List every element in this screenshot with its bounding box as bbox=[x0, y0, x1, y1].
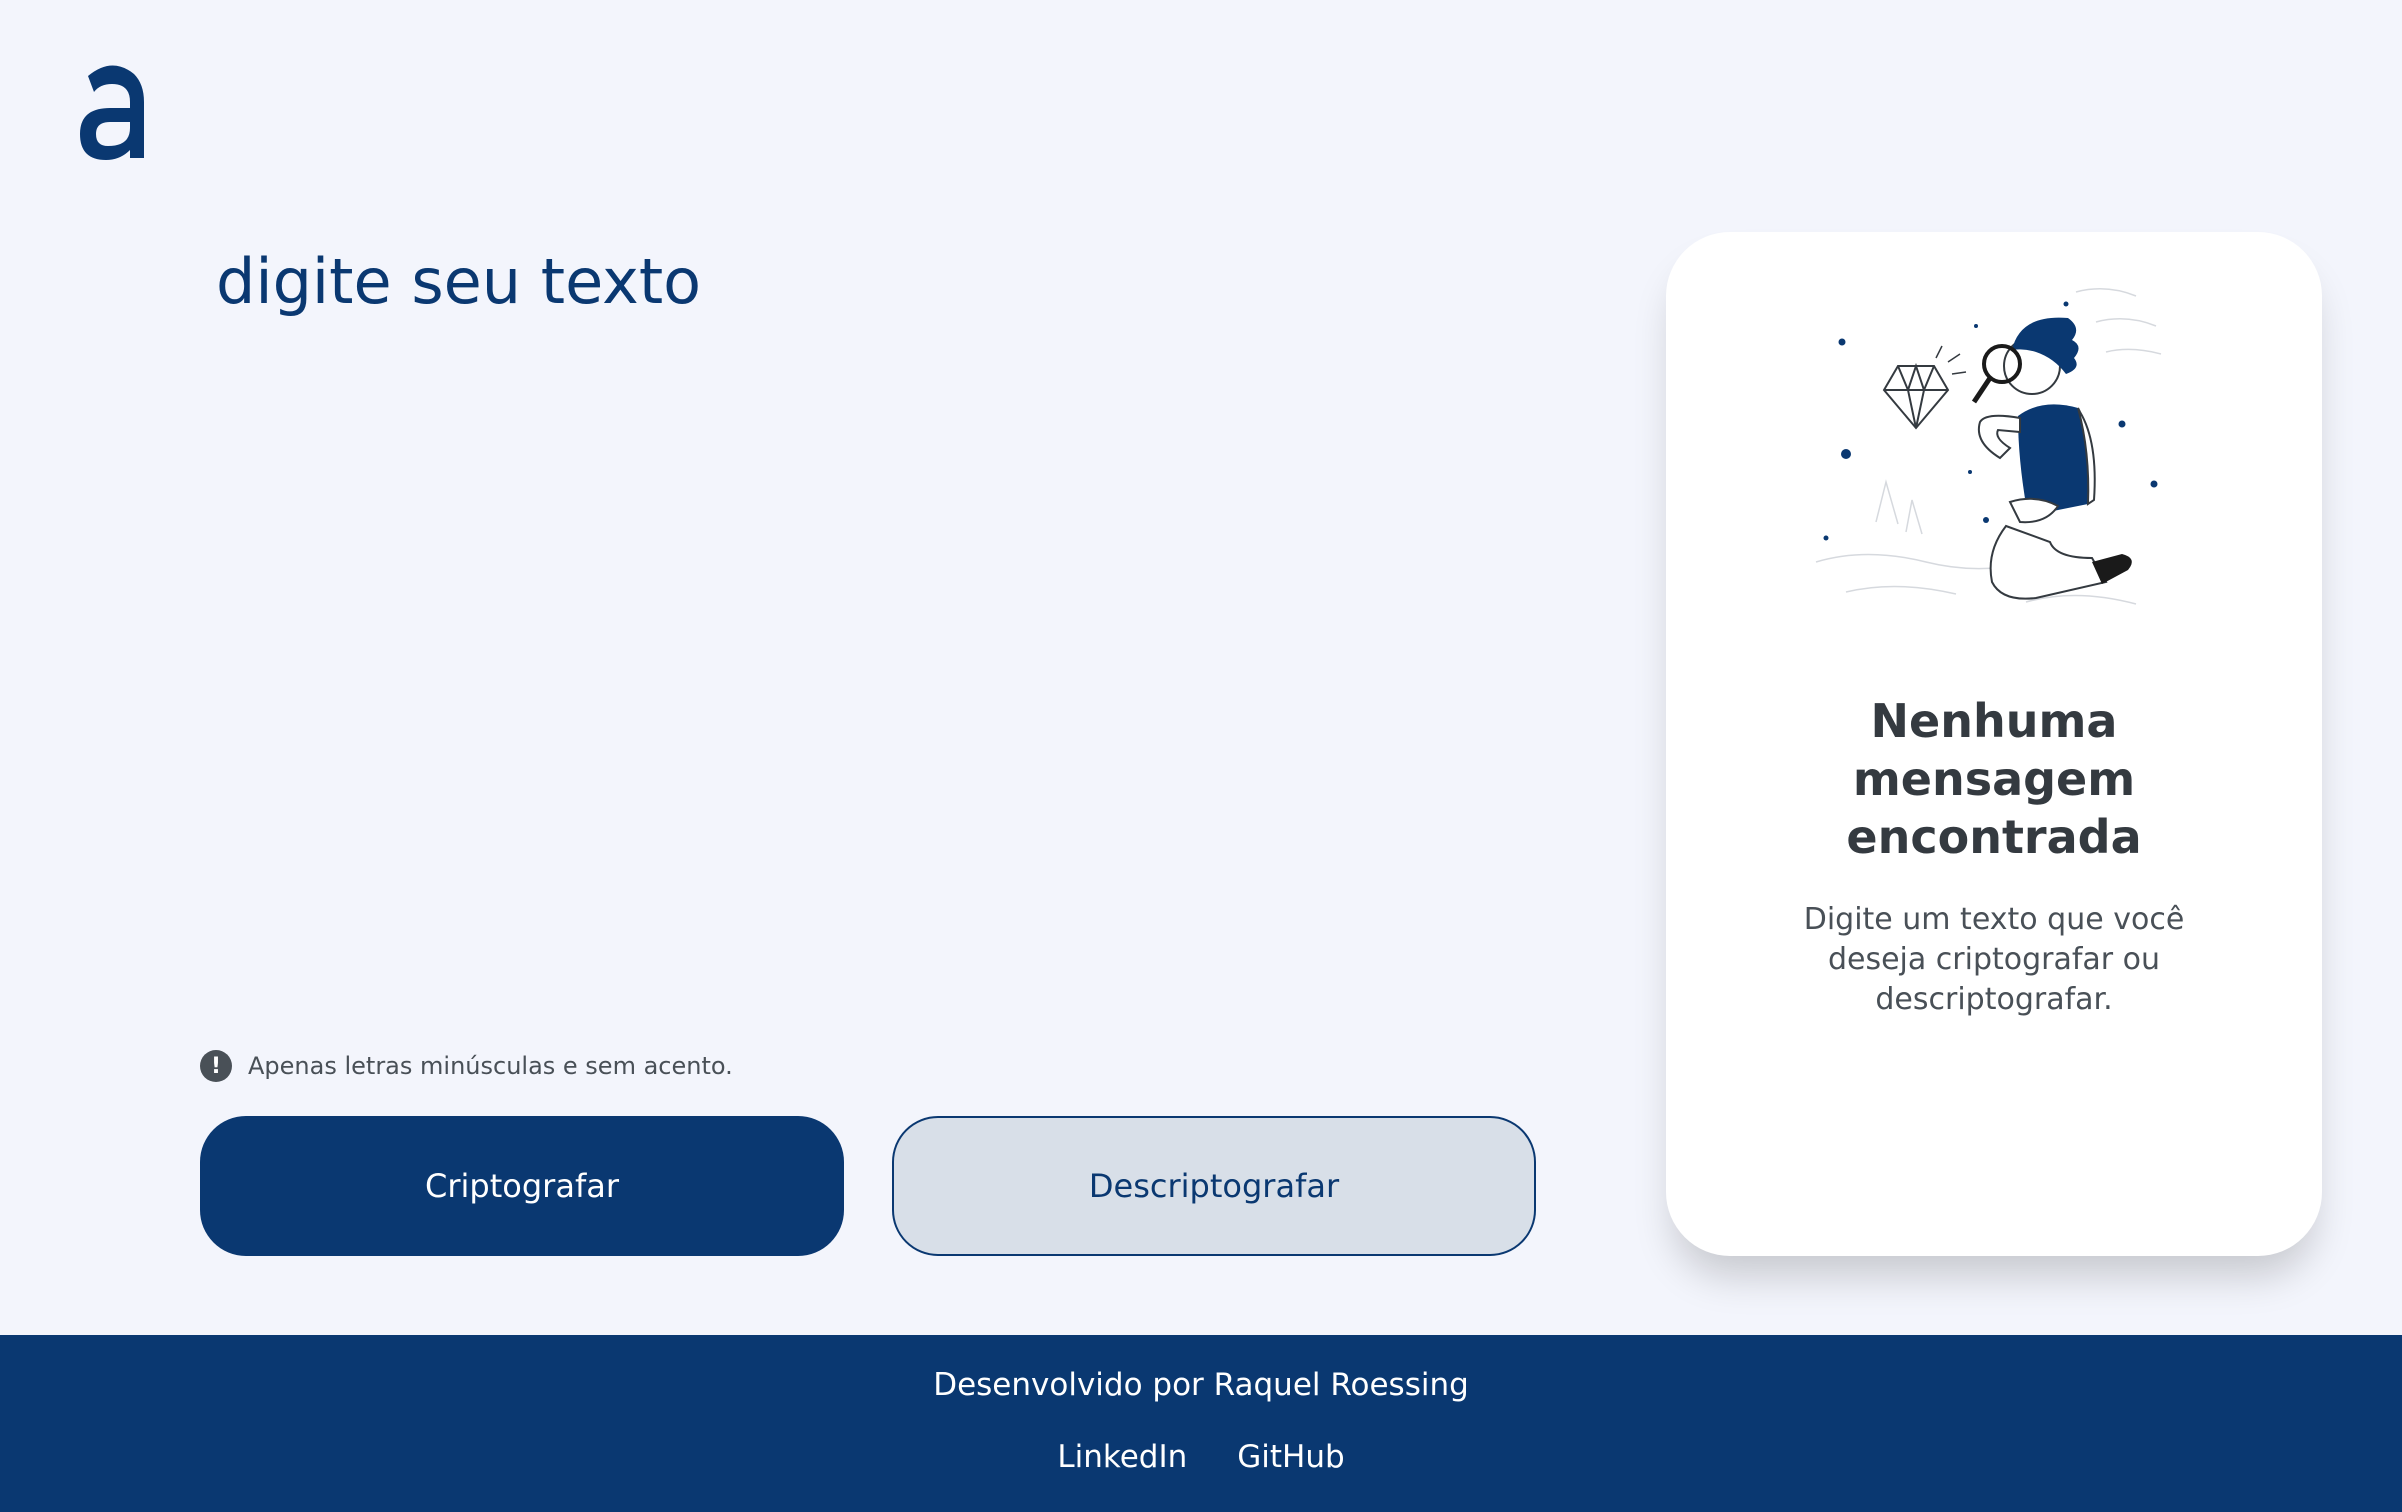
decrypt-button[interactable]: Descriptografar bbox=[892, 1116, 1536, 1256]
output-card: Nenhuma mensagem encontrada Digite um te… bbox=[1666, 232, 2322, 1256]
footer-links: LinkedIn GitHub bbox=[0, 1439, 2402, 1475]
linkedin-link[interactable]: LinkedIn bbox=[1057, 1439, 1187, 1475]
input-hint: ! Apenas letras minúsculas e sem acento. bbox=[200, 1050, 733, 1082]
output-title: Nenhuma mensagem encontrada bbox=[1846, 694, 2142, 864]
output-description: Digite um texto que você deseja criptogr… bbox=[1803, 902, 2185, 1017]
encrypt-button[interactable]: Criptografar bbox=[200, 1116, 844, 1256]
person-with-magnifying-glass-illustration bbox=[1815, 288, 2162, 605]
footer: Desenvolvido por Raquel Roessing LinkedI… bbox=[0, 1335, 2402, 1512]
exclamation-circle-icon: ! bbox=[200, 1050, 232, 1082]
message-input[interactable] bbox=[200, 232, 1500, 1012]
alura-logo-icon[interactable] bbox=[78, 62, 146, 160]
footer-credit: Desenvolvido por Raquel Roessing bbox=[933, 1367, 1469, 1403]
hint-text: Apenas letras minúsculas e sem acento. bbox=[248, 1052, 733, 1080]
github-link[interactable]: GitHub bbox=[1237, 1439, 1344, 1475]
